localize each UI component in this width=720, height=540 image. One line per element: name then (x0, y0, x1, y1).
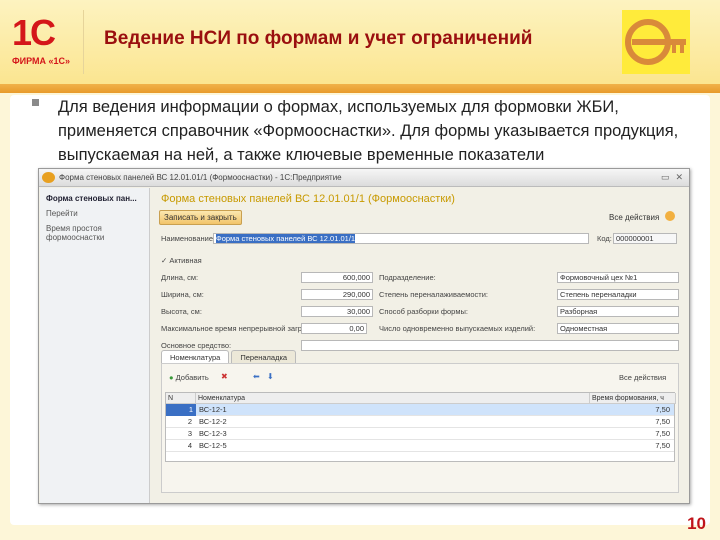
changeover-input[interactable]: Степень переналадки (557, 289, 679, 300)
add-label: Добавить (175, 373, 209, 382)
bullet-icon (32, 99, 39, 106)
width-label: Ширина, см: (161, 290, 204, 299)
height-label: Высота, см: (161, 307, 202, 316)
active-label: Активная (169, 256, 202, 265)
active-checkbox[interactable]: ✓ Активная (161, 256, 202, 265)
window-titlebar: Форма стеновых панелей ВС 12.01.01/1 (Фо… (39, 169, 689, 187)
1c-logo: 1С ФИРМА «1С» (8, 10, 84, 74)
help-icon[interactable] (665, 211, 675, 221)
logo-subtext: ФИРМА «1С» (12, 56, 71, 66)
page-number: 10 (687, 514, 706, 533)
app-icon (42, 172, 55, 183)
move-down-icon[interactable]: ⬇ (267, 372, 274, 381)
row-name: ВС-12-3 (199, 429, 227, 438)
table-row[interactable]: 2 ВС-12-2 7,50 (166, 416, 674, 428)
row-time: 7,50 (655, 441, 670, 450)
nomenclature-table: N Номенклатура Время формования, ч 1 ВС-1… (165, 392, 676, 462)
name-label: Наименование: (161, 234, 216, 243)
side-item-main[interactable]: Форма стеновых пан... (46, 194, 143, 203)
row-time: 7,50 (655, 429, 670, 438)
all-actions-menu[interactable]: Все действия (609, 213, 659, 222)
row-n: 2 (187, 417, 192, 426)
side-item-goto: Перейти (46, 209, 78, 218)
table-row[interactable]: 1 ВС-12-1 7,50 (166, 404, 674, 416)
tab-changeover[interactable]: Переналадка (231, 350, 297, 364)
height-input[interactable]: 30,000 (301, 306, 373, 317)
slide-title: Ведение НСИ по формам и учет ограничений (104, 28, 533, 49)
row-n: 3 (187, 429, 192, 438)
asset-label: Основное средство: (161, 341, 232, 350)
add-button[interactable]: ● Добавить (169, 373, 209, 382)
move-up-icon[interactable]: ⬅ (253, 372, 260, 381)
length-label: Длина, см: (161, 273, 199, 282)
col-n[interactable]: N (166, 393, 196, 404)
asset-input[interactable] (301, 340, 679, 351)
disassembly-input[interactable]: Разборная (557, 306, 679, 317)
changeover-label: Степень переналаживаемости: (379, 290, 488, 299)
name-input[interactable]: Форма стеновых панелей ВС 12.01.01/1 (216, 234, 356, 243)
code-label: Код: (597, 234, 612, 243)
row-n: 1 (166, 404, 196, 416)
table-row[interactable]: 3 ВС-12-3 7,50 (166, 428, 674, 440)
key-logo-icon (622, 10, 690, 74)
bullet-text: Для ведения информации о формах, использ… (58, 98, 679, 164)
row-name: ВС-12-5 (199, 441, 227, 450)
header-divider (0, 84, 720, 93)
logo-text: 1С (12, 12, 56, 53)
close-icon[interactable]: ✕ (675, 172, 683, 183)
department-label: Подразделение: (379, 273, 436, 282)
side-item-downtime[interactable]: Время простоя формооснастки (46, 224, 143, 242)
items-count-label: Число одновременно выпускаемых изделий: (379, 324, 536, 333)
col-time[interactable]: Время формования, ч (590, 393, 676, 404)
tab-nomenclature[interactable]: Номенклатура (161, 350, 230, 364)
max-load-input[interactable]: 0,00 (301, 323, 367, 334)
items-count-input[interactable]: Одноместная (557, 323, 679, 334)
length-input[interactable]: 600,000 (301, 272, 373, 283)
code-input[interactable]: 000000001 (613, 233, 677, 244)
add-icon: ● (169, 373, 174, 382)
row-name: ВС-12-1 (199, 405, 227, 414)
window-title: Форма стеновых панелей ВС 12.01.01/1 (Фо… (59, 173, 342, 182)
col-name[interactable]: Номенклатура (196, 393, 590, 404)
table-actions-menu[interactable]: Все действия (619, 373, 666, 382)
department-input[interactable]: Формовочный цех №1 (557, 272, 679, 283)
table-row[interactable]: 4 ВС-12-5 7,50 (166, 440, 674, 452)
save-close-button[interactable]: Записать и закрыть (159, 210, 242, 225)
minimize-icon[interactable]: ▭ (661, 172, 670, 183)
row-name: ВС-12-2 (199, 417, 227, 426)
row-time: 7,50 (655, 417, 670, 426)
row-n: 4 (187, 441, 192, 450)
row-time: 7,50 (655, 405, 670, 414)
delete-icon[interactable]: ✖ (221, 372, 228, 381)
width-input[interactable]: 290,000 (301, 289, 373, 300)
app-window: Форма стеновых панелей ВС 12.01.01/1 (Фо… (38, 168, 690, 504)
form-title: Форма стеновых панелей ВС 12.01.01/1 (Фо… (161, 193, 455, 205)
disassembly-label: Способ разборки формы: (379, 307, 468, 316)
side-panel: Форма стеновых пан... Перейти Время прос… (40, 188, 150, 503)
